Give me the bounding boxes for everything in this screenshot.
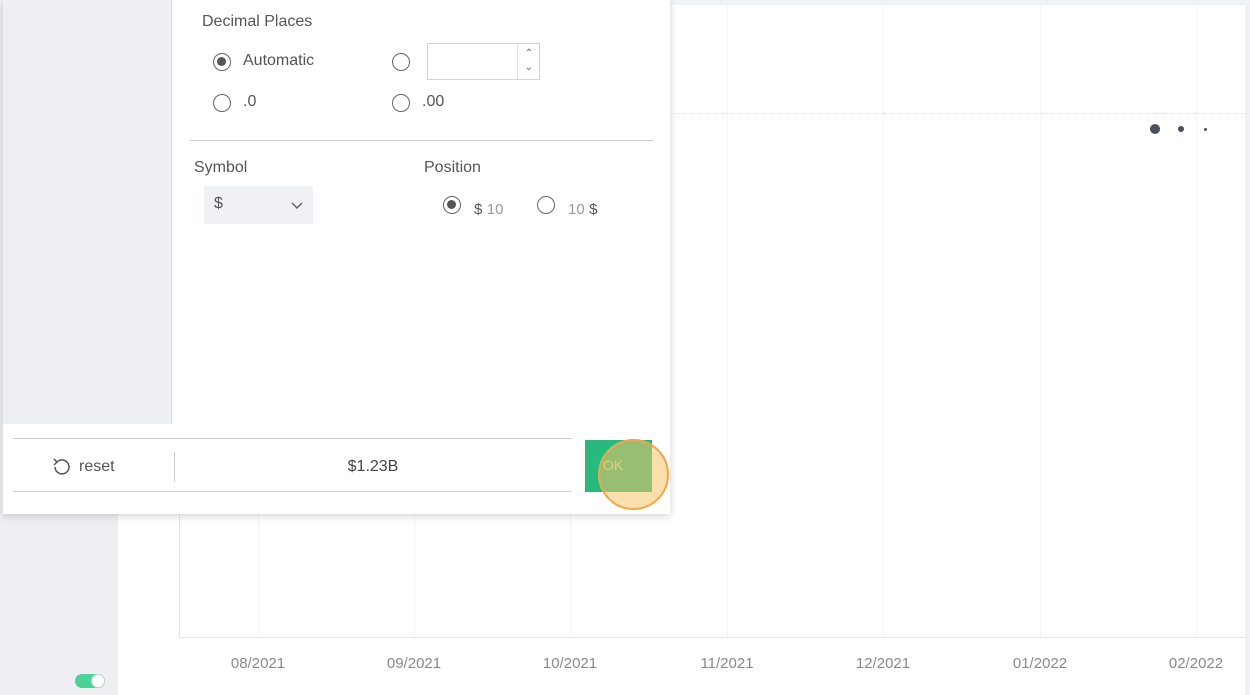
reset-label: reset [79,458,115,475]
radio-decimal-custom[interactable] [392,53,410,71]
chart-x-axis [179,637,1248,638]
footer-divider-top [13,438,572,439]
radio-decimal-two[interactable] [392,94,410,112]
radio-decimal-one[interactable] [213,94,231,112]
radio-label-automatic: Automatic [243,52,315,69]
grid-line-vertical [1196,5,1197,637]
x-tick-label: 02/2022 [1168,655,1224,672]
decimal-spinner[interactable]: ⌃ ⌄ [517,44,539,79]
chevron-down-icon [291,202,303,210]
decimal-places-input[interactable]: ⌃ ⌄ [427,43,540,80]
position-prefix-number: 10 [486,201,504,218]
undo-icon [53,458,70,475]
ellipsis-icon[interactable] [1148,122,1218,136]
radio-label-one-decimal: .0 [243,93,257,110]
grid-line-vertical [883,5,884,637]
position-suffix-symbol: $ [589,201,598,218]
radio-position-suffix[interactable] [537,196,555,214]
radio-decimal-automatic[interactable] [213,53,231,71]
x-tick-label: 09/2021 [386,655,442,672]
x-tick-label: 01/2022 [1012,655,1068,672]
reset-button[interactable]: reset [51,455,115,479]
toggle-knob [91,674,105,688]
position-prefix-symbol: $ [474,201,483,218]
decimal-places-title: Decimal Places [202,13,313,30]
x-tick-label: 08/2021 [230,655,286,672]
position-title: Position [424,159,481,176]
grid-line-vertical [1040,5,1041,637]
toggle-switch[interactable] [75,674,105,688]
chevron-down-icon[interactable]: ⌄ [523,61,535,75]
position-prefix-label: $ 10 [474,201,503,219]
grid-line-vertical [727,5,728,637]
dialog-side-panel [3,0,172,424]
symbol-select-value: $ [214,195,223,212]
x-tick-label: 11/2021 [700,655,754,672]
x-tick-label: 10/2021 [542,655,598,672]
number-format-dialog: Decimal Places Automatic ⌃ ⌄ .0 .00 Symb… [3,0,670,514]
position-suffix-number: 10 [568,201,585,218]
symbol-title: Symbol [194,159,248,176]
position-suffix-label: 10 $ [568,201,597,219]
footer-separator [174,452,175,482]
radio-position-prefix[interactable] [443,196,461,214]
radio-label-two-decimal: .00 [422,93,445,110]
symbol-select[interactable]: $ [204,186,313,224]
chevron-up-icon[interactable]: ⌃ [523,47,535,61]
x-tick-label: 12/2021 [855,655,911,672]
format-preview: $1.23B [347,458,399,475]
section-divider [190,140,653,141]
click-highlight [598,439,669,510]
footer-divider-bottom [13,491,572,492]
